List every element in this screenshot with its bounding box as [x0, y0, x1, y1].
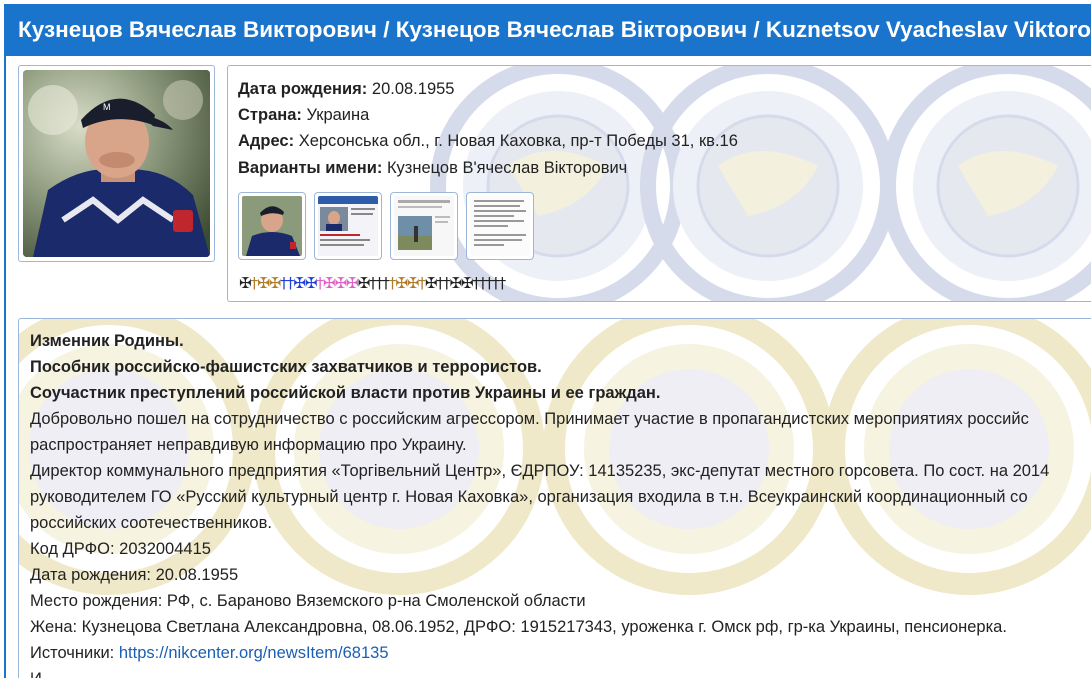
- address-label: Адрес:: [238, 132, 295, 150]
- profile-photo-frame[interactable]: M: [18, 65, 215, 262]
- document-screenshot-thumbnail-icon: [394, 196, 454, 256]
- source-link[interactable]: https://nikcenter.org/newsItem/68135: [119, 644, 389, 662]
- description-line-6: Директор коммунального предприятия «Торг…: [30, 462, 1050, 480]
- cross-icon: ✠: [334, 274, 347, 292]
- birth-place-text: Место рождения: РФ, с. Бараново Вяземско…: [30, 592, 586, 610]
- watermark-seal-3: [880, 66, 1091, 301]
- birth-date-text: Дата рождения: 20.08.1955: [30, 566, 239, 584]
- cross-icon: ✠: [239, 274, 252, 292]
- birth-date-value: 20.08.1955: [371, 80, 455, 98]
- frame-border: [4, 56, 6, 678]
- watermark-seal-2: [640, 66, 896, 301]
- watermark-seal-1: [430, 66, 686, 301]
- birth-date-label: Дата рождения:: [238, 80, 368, 98]
- thumbnail-2[interactable]: [314, 192, 382, 260]
- thumbnail-1[interactable]: [238, 192, 306, 260]
- cross-icon: ✠: [346, 274, 359, 292]
- thumbnail-3[interactable]: [390, 192, 458, 260]
- address-value: Херсонська обл., г. Новая Каховка, пр-т …: [298, 132, 738, 150]
- description-line-3: Соучастник преступлений российской власт…: [30, 384, 661, 402]
- cross-icon: ✠: [357, 274, 371, 292]
- country-value: Украина: [306, 106, 370, 124]
- description-line-4: Добровольно пошел на сотрудничество с ро…: [30, 410, 1029, 428]
- address-row: Адрес: Херсонська обл., г. Новая Каховка…: [238, 130, 738, 152]
- profile-photo[interactable]: M: [23, 70, 210, 257]
- cross-icon: ✠: [424, 274, 438, 292]
- description-line-8: российских соотечественников.: [30, 514, 272, 532]
- name-variants-value: Кузнецов В'ячеслав Вікторович: [386, 159, 628, 177]
- name-variants-row: Варианты имени: Кузнецов В'ячеслав Вікто…: [238, 157, 627, 179]
- cross-icon: ✠: [395, 274, 408, 292]
- description-line-2: Пособник российско-фашистских захватчико…: [30, 358, 542, 376]
- birth-date-row: Дата рождения: 20.08.1955: [238, 78, 454, 100]
- cross-icon: ✠: [322, 274, 336, 292]
- cross-icon: ✠: [449, 274, 462, 292]
- description-line-5: распространяет неправдивую информацию пр…: [30, 436, 467, 454]
- cross-icon: ✠: [461, 274, 474, 292]
- description-line-7: руководителем ГО «Русский культурный цен…: [30, 488, 1028, 506]
- name-variants-label: Варианты имени:: [238, 159, 383, 177]
- cross-icon: ✠: [268, 274, 282, 292]
- thumbnail-4[interactable]: [466, 192, 534, 260]
- cross-icon: ✠: [293, 274, 306, 292]
- rating-crosses: ✠†✠✠††✠✠†✠✠✠✠††††✠✠†✠††✠✠†††††: [239, 272, 506, 294]
- profile-header: Кузнецов Вячеслав Викторович / Кузнецов …: [4, 4, 1091, 56]
- sources-row: Источники: https://nikcenter.org/newsIte…: [30, 640, 389, 666]
- description-panel: Изменник Родины. Пособник российско-фаши…: [18, 318, 1091, 678]
- cross-icon: ✠: [406, 274, 420, 292]
- description-line-14: И: [30, 666, 42, 678]
- description-line-1: Изменник Родины.: [30, 332, 184, 350]
- cross-icon: †: [498, 274, 506, 292]
- country-label: Страна:: [238, 106, 302, 124]
- info-panel: Дата рождения: 20.08.1955 Страна: Украин…: [227, 65, 1091, 302]
- drfo-code: Код ДРФО: 2032004415: [30, 540, 211, 558]
- person-photo-thumbnail-icon: [242, 196, 302, 256]
- text-document-thumbnail-icon: [470, 196, 530, 256]
- cross-icon: ✠: [304, 274, 318, 292]
- sources-label: Источники:: [30, 644, 115, 662]
- cross-icon: ✠: [257, 274, 270, 292]
- svg-text:M: M: [103, 102, 111, 112]
- spouse-text: Жена: Кузнецова Светлана Александровна, …: [30, 618, 1007, 636]
- profile-title: Кузнецов Вячеслав Викторович / Кузнецов …: [18, 17, 1091, 42]
- country-row: Страна: Украина: [238, 104, 369, 126]
- news-screenshot-thumbnail-icon: [318, 196, 378, 256]
